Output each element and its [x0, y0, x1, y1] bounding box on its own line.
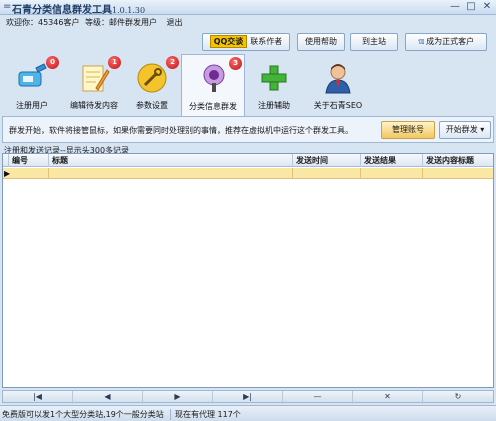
maximize-icon[interactable]: □ [464, 1, 478, 13]
column-header-send-time[interactable]: 发送时间 [293, 154, 361, 167]
tool-register-user[interactable]: 0 注册用户 [0, 54, 64, 116]
settings-icon [137, 63, 167, 93]
column-header-content-title[interactable]: 发送内容标题 [423, 154, 493, 167]
become-official-button[interactable]: ℼ 成为正式客户 [405, 33, 487, 51]
user-avatar-icon [325, 64, 351, 94]
help-button[interactable]: 使用帮助 [297, 33, 345, 51]
last-record-button[interactable]: ▶| [213, 391, 283, 404]
records-table[interactable]: 编号 标题 发送时间 发送结果 发送内容标题 ▶ [2, 153, 494, 388]
pi-icon: ℼ [417, 37, 425, 46]
home-site-button[interactable]: 到主站 [350, 33, 398, 51]
tool-classify-broadcast[interactable]: 3 分类信息群发 [181, 54, 245, 117]
add-icon [261, 65, 287, 91]
table-cell[interactable] [9, 168, 49, 179]
manage-account-label: 管理账号 [392, 125, 424, 134]
column-header-send-result[interactable]: 发送结果 [361, 154, 423, 167]
logout-link[interactable]: 退出 [167, 18, 183, 27]
table-cell[interactable] [423, 168, 493, 179]
cancel-edit-button[interactable]: ✕ [353, 391, 423, 404]
tool-label: 分类信息群发 [189, 102, 237, 111]
tool-label: 关于石青SEO [313, 101, 363, 110]
tool-about[interactable]: 关于石青SEO [306, 54, 370, 116]
contact-author-label: 联系作者 [250, 37, 283, 46]
tool-register-assist[interactable]: 注册辅助 [242, 54, 306, 116]
contact-author-button[interactable]: QQ交谈 联系作者 [202, 33, 290, 51]
prev-record-button[interactable]: ◀ [73, 391, 143, 404]
become-official-label: 成为正式客户 [426, 37, 475, 46]
record-navigator: |◀ ◀ ▶ ▶| — ✕ ↻ [2, 390, 494, 404]
register-user-icon [18, 63, 47, 87]
tool-label: 编辑待发内容 [70, 101, 118, 110]
table-cell[interactable] [49, 168, 293, 179]
badge-count: 2 [166, 56, 179, 69]
title-bar: = 石青分类信息群发工具1.0.1.30 — □ ✕ [0, 0, 496, 16]
info-text: 群发开始，软件将接管鼠标，如果你需要同时处理别的事情，推荐在虚拟机中运行这个群发… [9, 126, 353, 135]
edit-content-icon [82, 65, 110, 92]
chevron-down-icon[interactable]: ▾ [480, 125, 484, 134]
main-toolbar: 0 注册用户 1 编辑待发内容 2 参数设置 3 分类信息群发 注册辅助 关于石… [0, 54, 496, 117]
welcome-greeting: 欢迎你：45346客户 [6, 18, 80, 27]
close-icon[interactable]: ✕ [480, 1, 494, 13]
window-version: 1.0.1.30 [112, 6, 146, 15]
first-record-button[interactable]: |◀ [3, 391, 73, 404]
start-broadcast-label: 开始群发 [445, 125, 478, 134]
next-record-button[interactable]: ▶ [143, 391, 213, 404]
minimize-icon[interactable]: — [448, 1, 462, 13]
broadcast-icon [203, 64, 225, 92]
badge-count: 0 [46, 56, 59, 69]
start-broadcast-button[interactable]: 开始群发 ▾ [439, 121, 491, 139]
table-cell[interactable] [361, 168, 423, 179]
info-bar: 群发开始，软件将接管鼠标，如果你需要同时处理别的事情，推荐在虚拟机中运行这个群发… [2, 116, 494, 143]
badge-count: 3 [229, 57, 242, 70]
welcome-line: 欢迎你：45346客户 等级：邮件群发用户 退出 [6, 17, 186, 28]
status-free-version: 免费版可以发1个大型分类站,19个一般分类站 [2, 410, 164, 419]
column-header-title[interactable]: 标题 [49, 154, 293, 167]
status-proxy-count: 现在有代理 117个 [170, 409, 241, 420]
window-title: 石青分类信息群发工具1.0.1.30 [12, 1, 145, 16]
delete-record-button[interactable]: — [283, 391, 353, 404]
tool-settings[interactable]: 2 参数设置 [120, 54, 184, 116]
table-row[interactable]: ▶ [3, 168, 493, 179]
tool-label: 注册用户 [16, 101, 48, 110]
user-level: 等级：邮件群发用户 [85, 18, 157, 27]
manage-account-button[interactable]: 管理账号 [381, 121, 435, 139]
tool-label: 参数设置 [136, 101, 168, 110]
status-bar: 免费版可以发1个大型分类站,19个一般分类站 现在有代理 117个 [0, 405, 496, 421]
qq-chat-badge[interactable]: QQ交谈 [209, 35, 248, 48]
tool-edit-content[interactable]: 1 编辑待发内容 [62, 54, 126, 116]
window-title-text: 石青分类信息群发工具 [12, 5, 112, 16]
table-header: 编号 标题 发送时间 发送结果 发送内容标题 [3, 154, 493, 167]
refresh-button[interactable]: ↻ [423, 391, 493, 404]
window-menu-icon[interactable]: = [3, 1, 11, 12]
table-cell[interactable] [293, 168, 361, 179]
column-header-number[interactable]: 编号 [9, 154, 49, 167]
tool-label: 注册辅助 [258, 101, 290, 110]
